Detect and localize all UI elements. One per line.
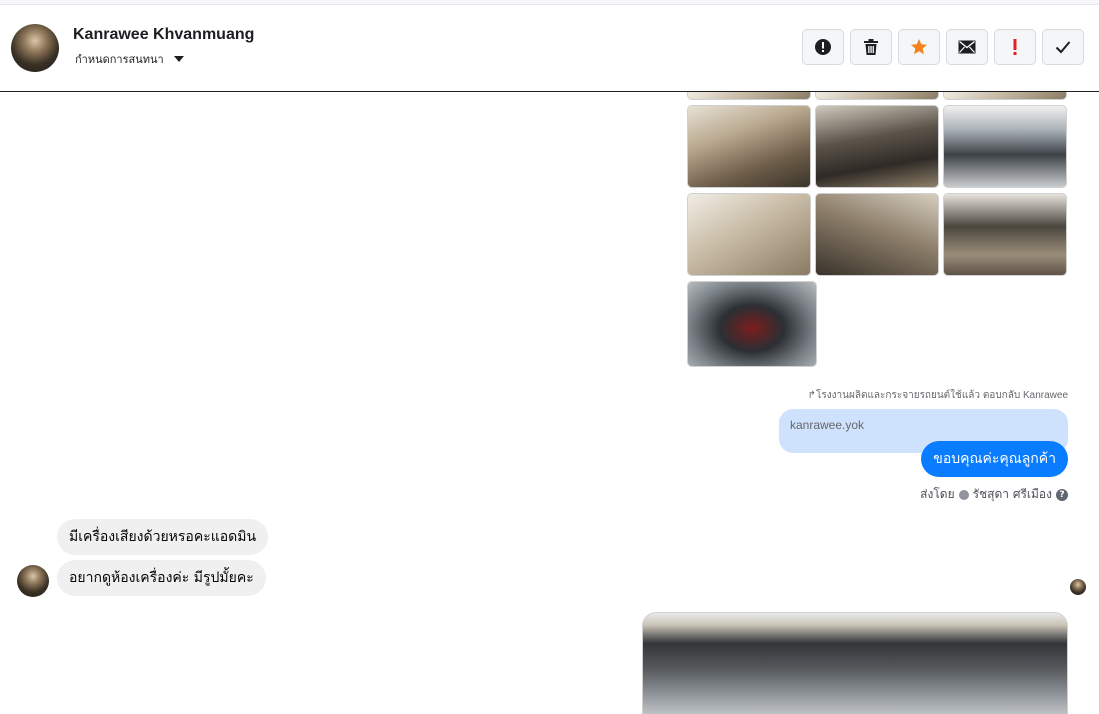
exclamation-icon	[1013, 39, 1017, 55]
alert-circle-icon	[815, 39, 831, 55]
header-actions	[802, 29, 1084, 65]
help-icon[interactable]: ?	[1056, 488, 1068, 501]
sent-by-prefix: ส่งโดย	[920, 487, 955, 501]
photo-thumbnail[interactable]	[687, 105, 811, 188]
star-icon	[911, 39, 927, 55]
photo-thumbnail[interactable]	[943, 105, 1067, 188]
caret-down-icon	[173, 56, 184, 62]
photo-thumbnail[interactable]	[943, 193, 1067, 276]
photo-thumbnail[interactable]	[815, 105, 939, 188]
sender-avatar[interactable]	[17, 565, 49, 597]
sent-message-bubble[interactable]: ขอบคุณค่ะคุณลูกค้า	[921, 441, 1068, 477]
trash-icon	[864, 39, 878, 55]
seen-avatar	[1070, 579, 1086, 595]
mark-unread-button[interactable]	[946, 29, 988, 65]
photo-thumbnail[interactable]	[943, 92, 1067, 100]
done-button[interactable]	[1042, 29, 1084, 65]
sent-by-name: รัชสุดา ศรีเมือง	[972, 487, 1052, 501]
envelope-icon	[958, 40, 976, 54]
received-message-bubble[interactable]: อยากดูห้องเครื่องค่ะ มีรูปมั้ยคะ	[57, 560, 266, 596]
star-button[interactable]	[898, 29, 940, 65]
photo-thumbnail[interactable]	[815, 193, 939, 276]
reply-arrow-icon: ↱	[807, 390, 817, 401]
delete-button[interactable]	[850, 29, 892, 65]
verified-dot-icon	[958, 489, 969, 500]
photo-thumbnail[interactable]	[687, 281, 817, 367]
conversation-settings-dropdown[interactable]: กำหนดการสนทนา	[75, 50, 184, 68]
photo-thumbnail[interactable]	[687, 193, 811, 276]
reply-note: ↱โรงงานผลิตและกระจายรถยนต์ใช้แล้ว ตอบกลั…	[807, 390, 1068, 401]
check-icon	[1055, 41, 1071, 54]
contact-avatar[interactable]	[11, 24, 59, 72]
contact-name[interactable]: Kanrawee Khvanmuang	[73, 26, 254, 44]
photo-attachment[interactable]	[642, 612, 1068, 714]
photo-thumbnail[interactable]	[687, 92, 811, 100]
sent-by-info: ส่งโดย รัชสุดา ศรีเมือง ?	[920, 485, 1068, 504]
important-button[interactable]	[994, 29, 1036, 65]
received-message-bubble[interactable]: มีเครื่องเสียงด้วยหรอคะแอดมิน	[57, 519, 269, 555]
report-button[interactable]	[802, 29, 844, 65]
conversation-header: Kanrawee Khvanmuang กำหนดการสนทนา	[0, 5, 1099, 92]
conversation-settings-label: กำหนดการสนทนา	[75, 53, 164, 66]
photo-thumbnail[interactable]	[815, 92, 939, 100]
